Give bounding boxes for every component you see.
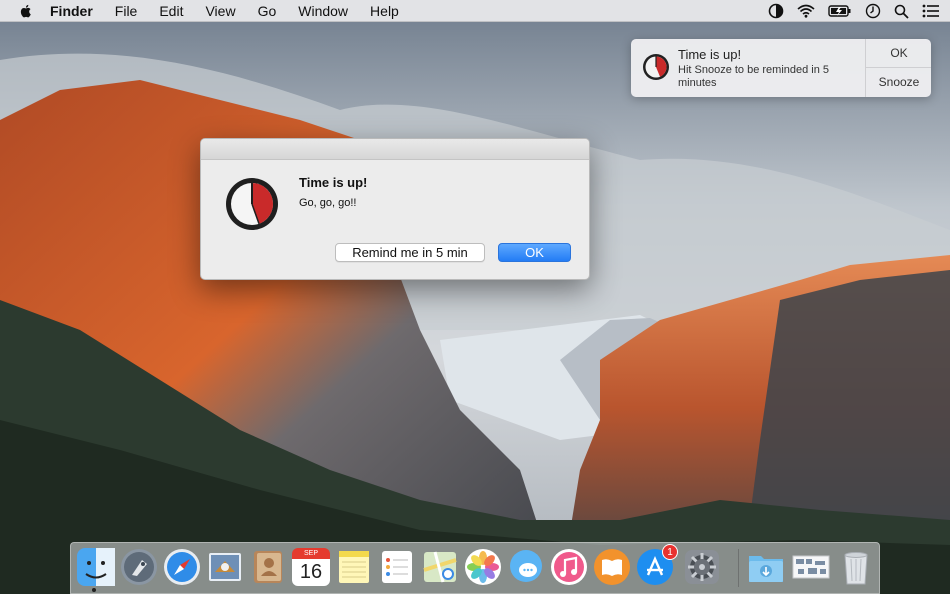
contacts-icon[interactable] (249, 548, 287, 586)
app-store-icon[interactable]: 1 (636, 544, 678, 586)
spotlight-icon[interactable] (894, 4, 909, 19)
notes-icon[interactable] (335, 548, 373, 586)
running-indicator (92, 588, 96, 592)
photos-icon[interactable] (464, 548, 502, 586)
alert-dialog: Time is up! Go, go, go!! Remind me in 5 … (200, 138, 590, 280)
calendar-day: 16 (292, 559, 330, 586)
menu-app-name[interactable]: Finder (50, 3, 93, 19)
dock-separator (738, 549, 739, 587)
status-menu-area (768, 0, 940, 22)
messages-icon[interactable] (507, 548, 545, 586)
reminders-icon[interactable] (378, 548, 416, 586)
menu-window[interactable]: Window (298, 3, 348, 19)
system-preferences-icon[interactable] (683, 548, 721, 586)
safari-icon[interactable] (163, 548, 201, 586)
notification-body: Hit Snooze to be reminded in 5 minutes (678, 64, 830, 89)
notification-banner[interactable]: Time is up! Hit Snooze to be reminded in… (631, 39, 931, 97)
notification-title: Time is up! (678, 47, 742, 62)
remind-me-button[interactable]: Remind me in 5 min (335, 243, 485, 262)
maps-icon[interactable] (421, 548, 459, 586)
ibooks-icon[interactable] (593, 548, 631, 586)
menu-bar: Finder File Edit View Go Window Help (0, 0, 950, 22)
notification-ok-button[interactable]: OK (866, 39, 931, 68)
notification-snooze-button[interactable]: Snooze (866, 68, 931, 96)
menu-view[interactable]: View (205, 3, 235, 19)
timer-app-icon (226, 178, 278, 230)
launchpad-icon[interactable] (120, 548, 158, 586)
dialog-title: Time is up! (299, 175, 368, 190)
ok-button[interactable]: OK (498, 243, 571, 262)
menu-help[interactable]: Help (370, 3, 399, 19)
calendar-icon[interactable]: SEP 16 (292, 548, 330, 586)
menu-file[interactable]: File (115, 3, 138, 19)
dock: SEP 16 1 (70, 542, 880, 594)
downloads-folder-icon[interactable] (747, 548, 785, 586)
preview-icon[interactable] (792, 548, 830, 586)
battery-icon[interactable] (828, 4, 852, 18)
trash-icon[interactable] (837, 548, 875, 586)
timer-icon[interactable] (768, 3, 784, 19)
clock-icon[interactable] (865, 3, 881, 19)
menu-edit[interactable]: Edit (159, 3, 183, 19)
itunes-icon[interactable] (550, 548, 588, 586)
wifi-icon[interactable] (797, 4, 815, 18)
menu-go[interactable]: Go (258, 3, 277, 19)
timer-app-icon (643, 54, 669, 80)
dialog-message: Go, go, go!! (299, 197, 357, 209)
notification-actions: OK Snooze (865, 39, 931, 97)
mail-icon[interactable] (206, 548, 244, 586)
apple-menu-icon[interactable] (18, 3, 34, 19)
dialog-titlebar[interactable] (201, 139, 589, 160)
finder-icon[interactable] (77, 548, 115, 586)
app-store-badge: 1 (662, 544, 678, 560)
notification-center-icon[interactable] (922, 4, 940, 18)
